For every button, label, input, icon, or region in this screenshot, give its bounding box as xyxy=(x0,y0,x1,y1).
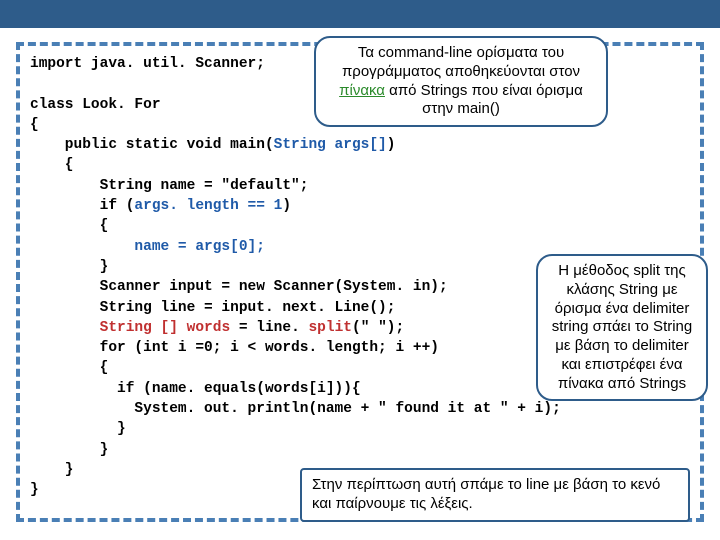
callout-args: Τα command-line ορίσματα του προγράμματο… xyxy=(314,36,608,127)
callout-split: Η μέθοδος split της κλάσης String με όρι… xyxy=(536,254,708,401)
callout-bottom: Στην περίπτωση αυτή σπάμε το line με βάσ… xyxy=(300,468,690,522)
title-bar xyxy=(0,0,720,28)
